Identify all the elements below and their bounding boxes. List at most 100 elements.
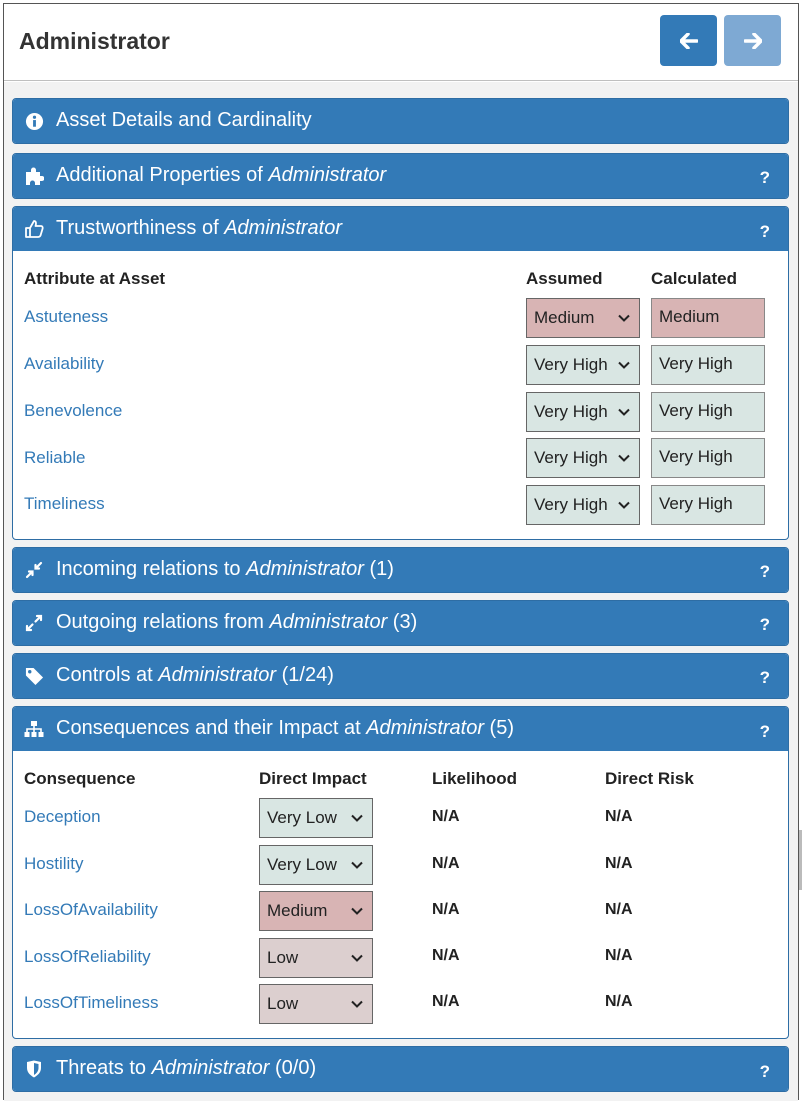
compress-arrows-icon xyxy=(24,560,44,580)
panel-title-suffix: (0/0) xyxy=(269,1057,317,1079)
help-icon[interactable]: ? xyxy=(760,722,770,742)
panel-title-asset: Administrator xyxy=(151,1057,270,1079)
arrow-left-icon xyxy=(679,32,698,49)
column-header-attribute: Attribute at Asset xyxy=(24,269,166,288)
panel-title-prefix: Incoming relations to xyxy=(56,558,247,580)
impact-select-deception[interactable]: Very Low xyxy=(259,798,373,838)
likelihood-value: N/A xyxy=(432,993,460,1010)
assumed-select-reliable[interactable]: Very High xyxy=(526,438,640,478)
chevron-down-icon xyxy=(618,501,630,509)
impact-select-loss-of-availability[interactable]: Medium xyxy=(259,891,373,931)
expand-arrows-icon xyxy=(24,613,44,633)
panel-title: Additional Properties of Administrator xyxy=(56,164,386,187)
attribute-link-astuteness[interactable]: Astuteness xyxy=(24,307,108,327)
panel-title-asset: Administrator xyxy=(269,611,388,633)
chevron-down-icon xyxy=(351,954,363,962)
consequence-link-loss-of-reliability[interactable]: LossOfReliability xyxy=(24,947,151,967)
assumed-select-availability[interactable]: Very High xyxy=(526,345,640,385)
direct-risk-value: N/A xyxy=(605,901,633,918)
assumed-select-timeliness[interactable]: Very High xyxy=(526,485,640,525)
panels-container: Asset Details and Cardinality Additional… xyxy=(4,82,798,1101)
select-value: Medium xyxy=(534,308,595,327)
attribute-link-timeliness[interactable]: Timeliness xyxy=(24,494,105,514)
chevron-down-icon xyxy=(618,408,630,416)
consequence-link-deception[interactable]: Deception xyxy=(24,807,101,827)
impact-select-loss-of-timeliness[interactable]: Low xyxy=(259,984,373,1024)
panel-title: Consequences and their Impact at Adminis… xyxy=(56,717,514,740)
select-value: Very High xyxy=(534,355,608,374)
impact-select-hostility[interactable]: Very Low xyxy=(259,845,373,885)
select-value: Low xyxy=(267,948,299,967)
select-value: Very Low xyxy=(267,855,337,874)
panel-header-trustworthiness[interactable]: Trustworthiness of Administrator ? xyxy=(13,207,788,251)
puzzle-icon xyxy=(24,166,44,186)
consequence-link-loss-of-timeliness[interactable]: LossOfTimeliness xyxy=(24,993,158,1013)
shield-icon xyxy=(24,1059,44,1079)
direct-risk-value: N/A xyxy=(605,993,633,1010)
chevron-down-icon xyxy=(351,907,363,915)
likelihood-value: N/A xyxy=(432,808,460,825)
column-header-consequence: Consequence xyxy=(24,769,136,788)
chevron-down-icon xyxy=(351,1000,363,1008)
tag-icon xyxy=(24,666,44,686)
assumed-select-benevolence[interactable]: Very High xyxy=(526,392,640,432)
asset-details-window: Administrator Asset Details and Cardinal… xyxy=(3,3,799,1101)
panel-title: Incoming relations to Administrator (1) xyxy=(56,558,394,581)
panel-header-threats[interactable]: Threats to Administrator (0/0) ? xyxy=(13,1047,788,1091)
panel-title-suffix: (1/24) xyxy=(276,664,334,686)
select-value: Very High xyxy=(534,448,608,467)
panel-title-prefix: Trustworthiness of xyxy=(56,217,225,239)
panel-header-outgoing-relations[interactable]: Outgoing relations from Administrator (3… xyxy=(13,601,788,645)
consequence-link-hostility[interactable]: Hostility xyxy=(24,854,84,874)
direct-risk-value: N/A xyxy=(605,855,633,872)
impact-select-loss-of-reliability[interactable]: Low xyxy=(259,938,373,978)
panel-title-suffix: (1) xyxy=(363,558,394,580)
likelihood-value: N/A xyxy=(432,855,460,872)
column-header-direct-impact: Direct Impact xyxy=(259,769,367,788)
likelihood-value: N/A xyxy=(432,901,460,918)
assumed-select-astuteness[interactable]: Medium xyxy=(526,298,640,338)
panel-asset-details: Asset Details and Cardinality xyxy=(12,98,789,144)
panel-header-consequences[interactable]: Consequences and their Impact at Adminis… xyxy=(13,707,788,751)
direct-risk-value: N/A xyxy=(605,947,633,964)
panel-title: Controls at Administrator (1/24) xyxy=(56,664,334,687)
window-header: Administrator xyxy=(4,4,798,81)
panel-title-suffix: (5) xyxy=(484,717,514,739)
consequence-link-loss-of-availability[interactable]: LossOfAvailability xyxy=(24,900,158,920)
attribute-link-benevolence[interactable]: Benevolence xyxy=(24,401,122,421)
help-icon[interactable]: ? xyxy=(760,1062,770,1082)
panel-header-controls[interactable]: Controls at Administrator (1/24) ? xyxy=(13,654,788,698)
panel-additional-properties: Additional Properties of Administrator ? xyxy=(12,153,789,199)
panel-header-additional-properties[interactable]: Additional Properties of Administrator ? xyxy=(13,154,788,198)
panel-title-prefix: Threats to xyxy=(56,1057,152,1079)
panel-title-asset: Administrator xyxy=(224,217,343,239)
select-value: Very Low xyxy=(267,808,337,827)
chevron-down-icon xyxy=(618,361,630,369)
panel-title-prefix: Additional Properties of xyxy=(56,164,269,186)
panel-title-asset: Administrator xyxy=(366,717,484,739)
help-icon[interactable]: ? xyxy=(760,562,770,582)
panel-header-asset-details[interactable]: Asset Details and Cardinality xyxy=(13,99,788,143)
panel-header-incoming-relations[interactable]: Incoming relations to Administrator (1) … xyxy=(13,548,788,592)
chevron-down-icon xyxy=(351,861,363,869)
help-icon[interactable]: ? xyxy=(760,168,770,188)
column-header-likelihood: Likelihood xyxy=(432,769,517,788)
info-circle-icon xyxy=(24,111,44,131)
attribute-link-reliable[interactable]: Reliable xyxy=(24,448,85,468)
forward-button[interactable] xyxy=(724,15,781,66)
direct-risk-value: N/A xyxy=(605,808,633,825)
help-icon[interactable]: ? xyxy=(760,615,770,635)
attribute-link-availability[interactable]: Availability xyxy=(24,354,104,374)
help-icon[interactable]: ? xyxy=(760,668,770,688)
calculated-value-astuteness: Medium xyxy=(651,298,765,338)
column-header-direct-risk: Direct Risk xyxy=(605,769,694,788)
panel-title-asset: Administrator xyxy=(158,664,277,686)
panel-title-prefix: Outgoing relations from xyxy=(56,611,270,633)
panel-incoming-relations: Incoming relations to Administrator (1) … xyxy=(12,547,789,593)
help-icon[interactable]: ? xyxy=(760,222,770,242)
panel-title: Outgoing relations from Administrator (3… xyxy=(56,611,417,634)
back-button[interactable] xyxy=(660,15,717,66)
panel-controls: Controls at Administrator (1/24) ? xyxy=(12,653,789,699)
panel-title-asset: Administrator xyxy=(246,558,364,580)
sitemap-icon xyxy=(24,719,44,739)
